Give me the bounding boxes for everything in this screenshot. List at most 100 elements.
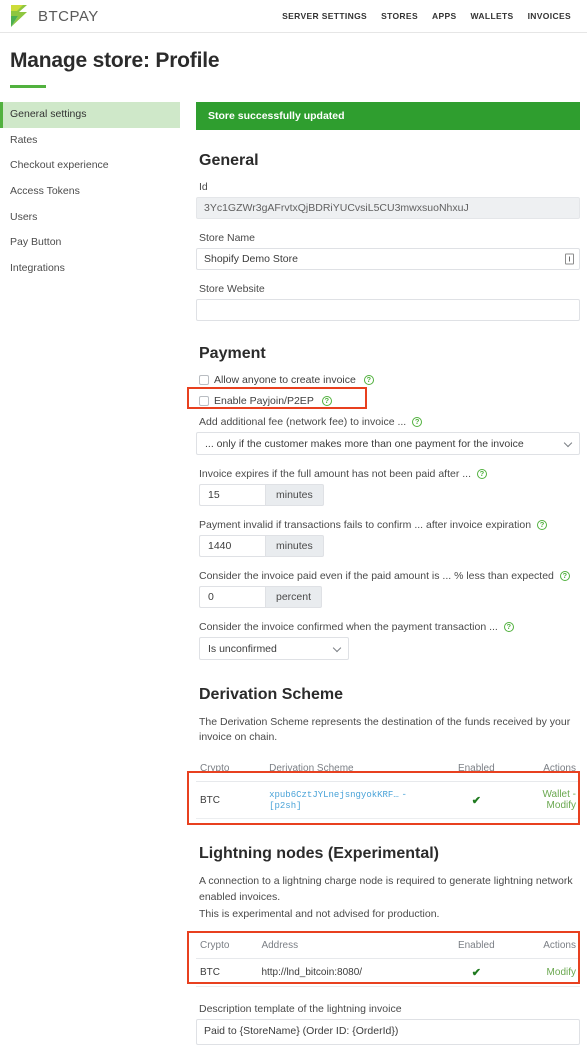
derivation-scheme-link[interactable]: xpub6CztJYLnejsngyokKRF…: [269, 790, 399, 800]
table-row: BTC xpub6CztJYLnejsngyokKRF… -[p2sh] ✔ W…: [196, 781, 580, 820]
nav-link-stores[interactable]: STORES: [381, 11, 418, 21]
derivation-actions-link[interactable]: Wallet - Modify: [542, 789, 576, 811]
invoice-confirmed-label: Consider the invoice confirmed when the …: [199, 621, 580, 633]
success-alert: Store successfully updated: [196, 102, 580, 130]
payment-invalid-unit: minutes: [265, 535, 324, 557]
lightning-table: Crypto Address Enabled Actions BTC http:…: [196, 934, 580, 988]
payjoin-checkbox[interactable]: [199, 396, 209, 406]
chevron-down-icon: [332, 643, 342, 652]
store-website-group: Store Website: [196, 283, 580, 321]
nav-links: SERVER SETTINGS STORES APPS WALLETS INVO…: [282, 11, 571, 21]
invoice-confirmed-select-value: Is unconfirmed: [208, 642, 277, 655]
store-website-label: Store Website: [199, 283, 265, 295]
lightning-table-header-row: Crypto Address Enabled Actions: [196, 934, 580, 960]
description-template-label: Description template of the lightning in…: [199, 1003, 402, 1016]
nav-link-wallets[interactable]: WALLETS: [471, 11, 514, 21]
nav-link-apps[interactable]: APPS: [432, 11, 457, 21]
invoice-expires-label: Invoice expires if the full amount has n…: [199, 468, 580, 480]
lightning-description-line2: This is experimental and not advised for…: [199, 907, 440, 920]
question-circle-icon[interactable]: ?: [363, 375, 374, 385]
derivation-cell-actions: Wallet - Modify: [510, 781, 580, 820]
store-id-group: Id 3Yc1GZWr3gAFrvtxQjBDRiYUCvsiL5CU3mwxs…: [196, 181, 580, 219]
lightning-description-line1: A connection to a lightning charge node …: [199, 875, 573, 903]
derivation-table-header-row: Crypto Derivation Scheme Enabled Actions: [196, 757, 580, 783]
sidebar-item-general-settings[interactable]: General settings: [0, 102, 180, 128]
sidebar: General settings Rates Checkout experien…: [0, 102, 180, 1058]
sidebar-item-integrations[interactable]: Integrations: [0, 256, 180, 282]
payjoin-label: Enable Payjoin/P2EP: [214, 395, 314, 407]
lightning-col-actions: Actions: [510, 934, 580, 960]
nav-link-server-settings[interactable]: SERVER SETTINGS: [282, 11, 367, 21]
payment-invalid-group: Payment invalid if transactions fails to…: [196, 519, 580, 557]
description-template-textarea[interactable]: Paid to {StoreName} (Order ID: {OrderId}…: [196, 1019, 580, 1046]
allow-anyone-row: Allow anyone to create invoice ?: [196, 374, 580, 386]
brand-name: BTCPAY: [38, 7, 99, 25]
invoice-expires-input-group: 15 minutes: [199, 484, 580, 506]
payment-invalid-label: Payment invalid if transactions fails to…: [199, 519, 580, 531]
derivation-description: The Derivation Scheme represents the des…: [199, 716, 571, 744]
derivation-col-actions: Actions: [510, 757, 580, 783]
store-website-input[interactable]: [196, 299, 580, 321]
question-circle-icon[interactable]: ?: [536, 520, 547, 531]
store-name-group: Store Name Shopify Demo Store: [196, 232, 580, 270]
derivation-col-scheme: Derivation Scheme: [265, 757, 442, 783]
chevron-down-icon: [563, 438, 573, 447]
derivation-section-heading: Derivation Scheme: [199, 686, 344, 703]
invoice-confirmed-label-text: Consider the invoice confirmed when the …: [199, 621, 498, 633]
page-header: Manage store: Profile: [0, 33, 587, 88]
sidebar-item-users[interactable]: Users: [0, 205, 180, 231]
description-template-group: Description template of the lightning in…: [196, 1003, 580, 1046]
derivation-cell-enabled: ✔: [441, 781, 511, 820]
question-circle-icon[interactable]: ?: [412, 417, 423, 428]
lightning-cell-address: http://lnd_bitcoin:8080/: [257, 958, 442, 988]
network-fee-group: Add additional fee (network fee) to invo…: [196, 416, 580, 455]
sidebar-item-rates[interactable]: Rates: [0, 128, 180, 154]
invoice-confirmed-group: Consider the invoice confirmed when the …: [196, 621, 580, 660]
autofill-key-icon[interactable]: [565, 253, 574, 265]
network-fee-select-value: ... only if the customer makes more than…: [205, 437, 524, 450]
payjoin-row: Enable Payjoin/P2EP ?: [196, 395, 580, 407]
lightning-col-enabled: Enabled: [441, 934, 511, 960]
check-icon: ✔: [471, 794, 481, 807]
network-fee-select[interactable]: ... only if the customer makes more than…: [196, 432, 580, 455]
payment-invalid-input[interactable]: 1440: [199, 535, 265, 557]
invoice-expires-group: Invoice expires if the full amount has n…: [196, 468, 580, 506]
store-id-input[interactable]: 3Yc1GZWr3gAFrvtxQjBDRiYUCvsiL5CU3mwxsuoN…: [196, 197, 580, 219]
invoice-confirmed-select[interactable]: Is unconfirmed: [199, 637, 349, 660]
allow-anyone-checkbox[interactable]: [199, 375, 209, 385]
invoice-paid-label-text: Consider the invoice paid even if the pa…: [199, 570, 554, 582]
question-circle-icon[interactable]: ?: [559, 571, 570, 582]
nav-link-invoices[interactable]: INVOICES: [528, 11, 571, 21]
main-content: Store successfully updated General Id 3Y…: [180, 102, 587, 1058]
invoice-expires-input[interactable]: 15: [199, 484, 265, 506]
invoice-paid-input-group: 0 percent: [199, 586, 580, 608]
lightning-cell-enabled: ✔: [441, 958, 511, 988]
invoice-expires-unit: minutes: [265, 484, 324, 506]
check-icon: ✔: [471, 967, 481, 980]
derivation-cell-crypto: BTC: [196, 781, 266, 820]
invoice-paid-input[interactable]: 0: [199, 586, 265, 608]
payment-invalid-input-group: 1440 minutes: [199, 535, 580, 557]
question-circle-icon[interactable]: ?: [321, 396, 332, 406]
sidebar-item-access-tokens[interactable]: Access Tokens: [0, 179, 180, 205]
question-circle-icon[interactable]: ?: [476, 469, 487, 480]
invoice-paid-label: Consider the invoice paid even if the pa…: [199, 570, 580, 582]
derivation-table: Crypto Derivation Scheme Enabled Actions…: [196, 757, 580, 820]
question-circle-icon[interactable]: ?: [503, 622, 514, 633]
store-name-input[interactable]: Shopify Demo Store: [196, 248, 580, 270]
payment-section-heading: Payment: [199, 345, 266, 362]
lightning-cell-actions: Modify: [510, 958, 580, 988]
general-section-heading: General: [199, 152, 259, 169]
page-title: Manage store: Profile: [10, 49, 220, 72]
network-fee-label: Add additional fee (network fee) to invo…: [199, 416, 580, 428]
lightning-actions-link[interactable]: Modify: [547, 967, 576, 978]
store-id-label: Id: [199, 181, 208, 193]
lightning-col-address: Address: [257, 934, 442, 960]
lightning-section-heading: Lightning nodes (Experimental): [199, 845, 440, 863]
derivation-cell-scheme: xpub6CztJYLnejsngyokKRF… -[p2sh]: [265, 781, 442, 820]
store-name-label: Store Name: [199, 232, 256, 244]
invoice-expires-label-text: Invoice expires if the full amount has n…: [199, 468, 471, 480]
brand-logo-link[interactable]: BTCPAY: [10, 4, 99, 28]
sidebar-item-pay-button[interactable]: Pay Button: [0, 230, 180, 256]
sidebar-item-checkout-experience[interactable]: Checkout experience: [0, 153, 180, 179]
